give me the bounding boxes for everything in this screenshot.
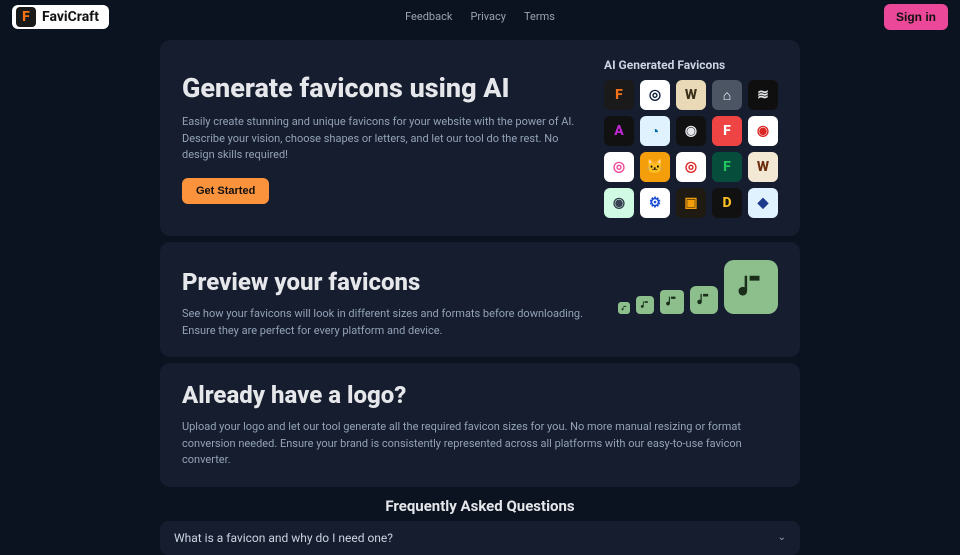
logo-section-title: Already have a logo? bbox=[182, 381, 778, 409]
favicon-sample: ⚙ bbox=[640, 188, 670, 218]
favicon-sample: W bbox=[748, 152, 778, 182]
favicon-sample: A bbox=[604, 116, 634, 146]
nav-terms[interactable]: Terms bbox=[524, 10, 555, 23]
header: F FaviCraft Feedback Privacy Terms Sign … bbox=[0, 0, 960, 34]
favicon-sample: F bbox=[712, 116, 742, 146]
favicon-sample: W bbox=[676, 80, 706, 110]
preview-favicon-s30 bbox=[690, 286, 718, 314]
favicon-sample: ◎ bbox=[676, 152, 706, 182]
brand-logo-icon: F bbox=[16, 7, 36, 27]
chevron-down-icon: ⌄ bbox=[778, 532, 786, 543]
preview-title: Preview your favicons bbox=[182, 268, 598, 296]
preview-favicon-s56 bbox=[724, 260, 778, 314]
favicon-sample: D bbox=[712, 188, 742, 218]
nav-privacy[interactable]: Privacy bbox=[470, 10, 506, 23]
favicon-sample: ▣ bbox=[676, 188, 706, 218]
favicon-sample: ≋ bbox=[748, 80, 778, 110]
preview-size-row bbox=[618, 260, 778, 314]
preview-body: See how your favicons will look in diffe… bbox=[182, 306, 598, 339]
preview-favicon-s14 bbox=[618, 302, 630, 314]
favicon-grid-label: AI Generated Favicons bbox=[604, 58, 778, 72]
nav-feedback[interactable]: Feedback bbox=[405, 10, 452, 23]
logo-upload-panel: Already have a logo? Upload your logo an… bbox=[160, 363, 800, 487]
hero-title: Generate favicons using AI bbox=[182, 72, 584, 104]
faq-item-1[interactable]: What is a favicon and why do I need one?… bbox=[160, 521, 800, 555]
brand-chip[interactable]: F FaviCraft bbox=[12, 5, 109, 29]
favicon-sample: ◔ bbox=[640, 116, 670, 146]
favicon-sample: ◎ bbox=[640, 80, 670, 110]
favicon-sample: ◉ bbox=[604, 188, 634, 218]
get-started-button[interactable]: Get Started bbox=[182, 178, 269, 204]
hero-panel: Generate favicons using AI Easily create… bbox=[160, 40, 800, 236]
favicon-sample: ◆ bbox=[748, 188, 778, 218]
signin-button[interactable]: Sign in bbox=[884, 4, 948, 30]
favicon-sample: ◉ bbox=[676, 116, 706, 146]
favicon-sample: 🐱 bbox=[640, 152, 670, 182]
favicon-sample: ⌂ bbox=[712, 80, 742, 110]
favicon-sample: ◉ bbox=[748, 116, 778, 146]
faq-question: What is a favicon and why do I need one? bbox=[174, 531, 393, 545]
logo-section-body: Upload your logo and let our tool genera… bbox=[182, 419, 778, 469]
brand-name: FaviCraft bbox=[42, 9, 99, 25]
top-nav: Feedback Privacy Terms bbox=[405, 10, 555, 23]
favicon-sample: F bbox=[712, 152, 742, 182]
favicon-showcase: AI Generated Favicons F◎W⌂≋A◔◉F◉◎🐱◎FW◉⚙▣… bbox=[604, 58, 778, 218]
favicon-grid: F◎W⌂≋A◔◉F◉◎🐱◎FW◉⚙▣D◆ bbox=[604, 80, 778, 218]
faq-heading: Frequently Asked Questions bbox=[160, 497, 800, 515]
favicon-sample: F bbox=[604, 80, 634, 110]
favicon-sample: ◎ bbox=[604, 152, 634, 182]
preview-favicon-s24 bbox=[660, 290, 684, 314]
preview-panel: Preview your favicons See how your favic… bbox=[160, 242, 800, 357]
preview-favicon-s18 bbox=[636, 296, 654, 314]
hero-body: Easily create stunning and unique favico… bbox=[182, 114, 584, 164]
